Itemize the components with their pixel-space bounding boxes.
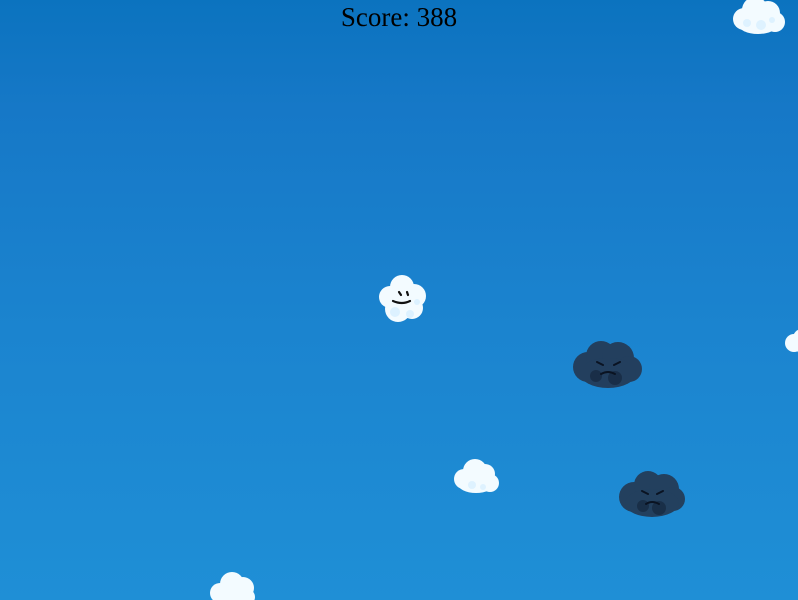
storm-cloud-icon: [573, 341, 642, 388]
player-cloud-icon[interactable]: [375, 274, 429, 326]
white-cloud-icon: [733, 0, 785, 34]
game-canvas[interactable]: Score: 388: [0, 0, 798, 600]
white-cloud-icon: [785, 329, 798, 353]
storm-cloud-icon: [619, 471, 685, 517]
score-display: Score: 388: [340, 2, 458, 32]
white-cloud-icon: [454, 459, 499, 493]
white-cloud-icon: [210, 572, 255, 600]
